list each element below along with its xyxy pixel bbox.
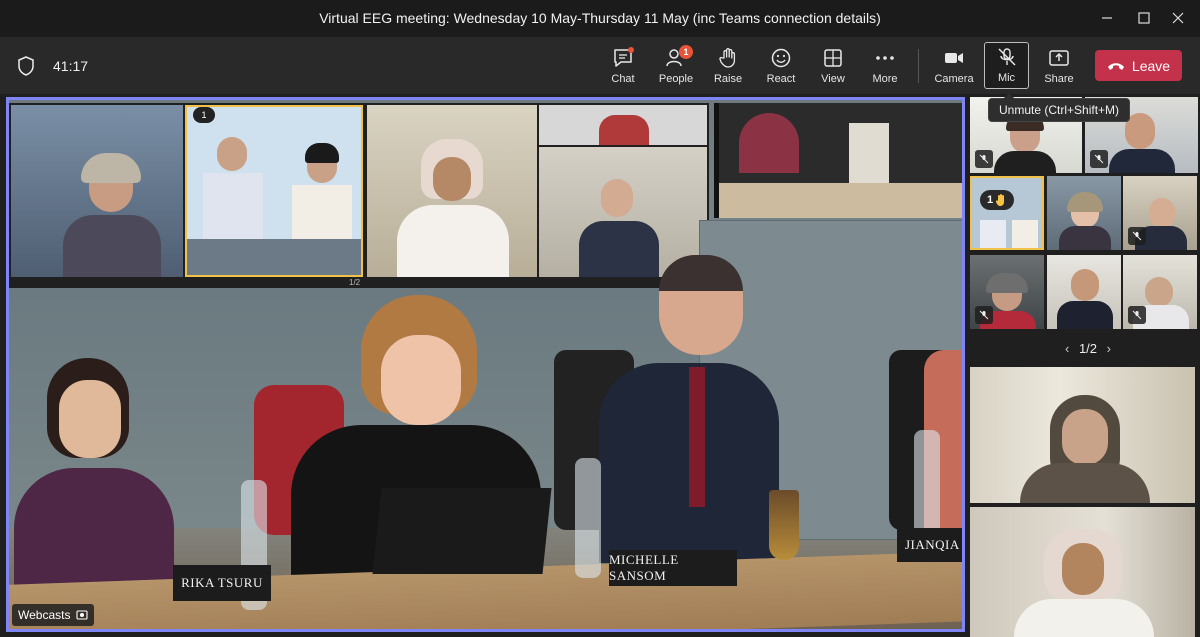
window-title: Virtual EEG meeting: Wednesday 10 May-Th… [319,10,881,26]
minimize-button[interactable] [1092,7,1122,29]
camera-button[interactable]: Camera [928,44,980,88]
mic-off-icon [997,48,1016,66]
minimize-icon [1102,17,1112,19]
main-video-stage[interactable]: 1 1/2 RIKA TSURU MICHELLE SANSOM JIANQIA… [6,97,965,632]
nameplate-right: JIANQIA [897,528,962,562]
more-button[interactable]: More [859,44,911,88]
ellipsis-icon [876,56,894,60]
screen-participant-3 [367,105,537,277]
water-bottle-center [575,458,601,578]
hand-icon [995,194,1005,206]
nameplate-center: MICHELLE SANSOM [609,550,737,586]
chat-label: Chat [611,73,635,85]
people-button[interactable]: 1 People [650,44,702,88]
room-display-screen-secondary [714,103,962,218]
close-icon [1172,12,1184,24]
mic-muted-indicator [1128,227,1146,245]
smiley-icon [771,48,791,68]
react-label: React [766,73,796,85]
webcasts-label: Webcasts [18,608,71,622]
mic-off-icon [1094,154,1104,164]
webcasts-label-badge: Webcasts [12,604,95,626]
leave-label: Leave [1131,57,1171,74]
shield-icon[interactable] [18,56,34,76]
gallery-tile-5[interactable] [1123,176,1197,250]
laptop [372,488,552,574]
mic-label: Mic [997,72,1016,84]
people-label: People [658,73,694,85]
pin-icon [76,610,89,620]
participant-gallery: 1 ‹ 1/2 › [968,97,1200,637]
grid-icon [824,49,842,67]
mic-off-icon [979,310,989,320]
chevron-right-icon[interactable]: › [1107,341,1111,356]
screen-participant-4 [539,105,707,145]
title-bar: Virtual EEG meeting: Wednesday 10 May-Th… [0,0,1200,37]
share-icon [1049,50,1069,66]
mic-button[interactable]: Mic [984,42,1029,89]
close-window-button[interactable] [1163,7,1193,29]
delegate-center-right [589,255,779,563]
gallery-tile-6[interactable] [970,255,1044,329]
screen-participant-1 [11,105,183,277]
gallery-pager: ‹ 1/2 › [1048,341,1128,356]
share-button[interactable]: Share [1033,44,1085,88]
gallery-large-tile-1[interactable] [970,367,1195,503]
maximize-icon [1138,12,1150,24]
view-button[interactable]: View [807,44,859,88]
mic-muted-indicator [975,150,993,168]
screen-participant-2: 1 [185,105,363,277]
toolbar-divider [918,49,919,83]
more-label: More [872,73,898,85]
screen-hand-badge: 1 [193,107,215,123]
mic-muted-indicator [975,306,993,324]
camera-icon [945,53,963,63]
mic-muted-indicator [1128,306,1146,324]
leave-button[interactable]: Leave [1095,50,1182,81]
mic-off-icon [1132,310,1142,320]
chevron-left-icon[interactable]: ‹ [1065,341,1069,356]
gallery-large-tile-2[interactable] [970,507,1195,637]
react-button[interactable]: React [755,44,807,88]
gallery-tile-raised-hand[interactable]: 1 [970,176,1044,250]
raised-hand-badge: 1 [980,190,1014,210]
gallery-tile-4[interactable] [1047,176,1121,250]
raised-hand-count: 1 [986,194,994,206]
raise-hand-button[interactable]: Raise [702,44,754,88]
meeting-toolbar: 41:17 Chat 1 People Raise React View Mor… [0,37,1200,94]
share-label: Share [1044,73,1074,85]
mic-off-icon [1132,231,1142,241]
hand-icon [719,48,736,68]
people-count-badge: 1 [679,45,693,59]
bell [769,490,799,560]
chat-button[interactable]: Chat [597,44,649,88]
gallery-tile-8[interactable] [1123,255,1197,329]
screen-page-indicator: 1/2 [349,278,361,287]
chat-notification-dot [628,47,634,53]
water-bottle-right [914,430,940,540]
mic-off-icon [979,154,989,164]
raise-label: Raise [713,73,743,85]
phone-hangup-icon [1107,62,1124,70]
camera-label: Camera [934,73,974,85]
mic-tooltip: Unmute (Ctrl+Shift+M) [988,93,1131,122]
meeting-timer: 41:17 [53,58,89,74]
gallery-page-indicator: 1/2 [1078,341,1098,356]
nameplate-left: RIKA TSURU [173,565,271,601]
mic-muted-indicator [1090,150,1108,168]
gallery-tile-7[interactable] [1047,255,1121,329]
maximize-button[interactable] [1129,7,1159,29]
view-label: View [821,73,845,85]
